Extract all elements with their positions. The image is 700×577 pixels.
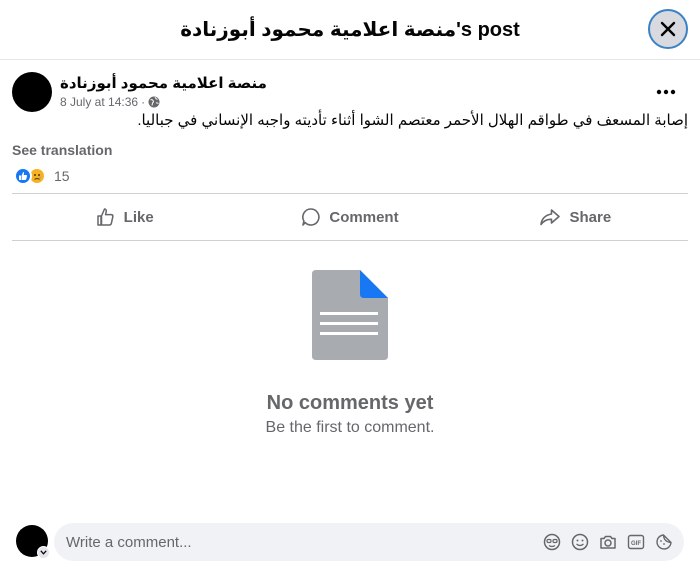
like-icon bbox=[96, 208, 114, 226]
comment-button[interactable]: Comment bbox=[237, 194, 462, 240]
comment-label: Comment bbox=[329, 208, 399, 226]
document-icon bbox=[312, 270, 388, 360]
share-icon bbox=[540, 209, 561, 226]
empty-state-title: No comments yet bbox=[266, 392, 434, 414]
sticker-icon[interactable] bbox=[654, 532, 674, 552]
dialog-title: منصة اعلامية محمود أبوزنادة's post bbox=[180, 19, 520, 41]
svg-text:GIF: GIF bbox=[631, 541, 641, 547]
no-comments-state: No comments yet Be the first to comment. bbox=[0, 270, 700, 437]
reactions-summary[interactable]: 15 bbox=[14, 166, 70, 186]
comment-input[interactable] bbox=[66, 533, 526, 551]
dialog-header: منصة اعلامية محمود أبوزنادة's post bbox=[0, 0, 700, 60]
post-header: منصة اعلامية محمود أبوزنادة 8 July at 14… bbox=[12, 72, 688, 112]
meta-separator: · bbox=[141, 95, 146, 109]
like-label: Like bbox=[123, 208, 154, 226]
post-text: إصابة المسعف في طواقم الهلال الأحمر معتص… bbox=[137, 112, 688, 129]
author-name[interactable]: منصة اعلامية محمود أبوزنادة bbox=[60, 74, 267, 92]
comment-box[interactable]: GIF bbox=[54, 523, 684, 561]
close-icon bbox=[660, 21, 676, 37]
comment-composer: GIF bbox=[16, 523, 688, 561]
like-icon bbox=[14, 167, 32, 185]
avatar-sticker-icon[interactable] bbox=[542, 532, 562, 552]
comment-icon bbox=[302, 208, 321, 226]
close-button[interactable] bbox=[648, 9, 688, 49]
like-button[interactable]: Like bbox=[12, 194, 237, 240]
see-translation-link[interactable]: See translation bbox=[12, 142, 112, 158]
more-horizontal-icon bbox=[656, 89, 676, 95]
share-button[interactable]: Share bbox=[463, 194, 688, 240]
empty-state-subtitle: Be the first to comment. bbox=[265, 419, 435, 436]
chevron-down-icon[interactable] bbox=[37, 546, 50, 559]
globe-icon bbox=[148, 96, 160, 108]
camera-icon[interactable] bbox=[598, 532, 618, 552]
post-action-bar: Like Comment Share bbox=[12, 193, 688, 241]
post-timestamp[interactable]: 8 July at 14:36 bbox=[60, 95, 138, 109]
reaction-count: 15 bbox=[54, 168, 70, 184]
more-options-button[interactable] bbox=[650, 76, 682, 108]
post-dialog: منصة اعلامية محمود أبوزنادة's post منصة … bbox=[0, 0, 700, 577]
author-avatar[interactable] bbox=[12, 72, 52, 112]
comment-tools: GIF bbox=[542, 532, 674, 552]
share-label: Share bbox=[569, 208, 612, 226]
post-meta: 8 July at 14:36 · bbox=[60, 95, 160, 109]
gif-icon[interactable]: GIF bbox=[626, 532, 646, 552]
emoji-icon[interactable] bbox=[570, 532, 590, 552]
